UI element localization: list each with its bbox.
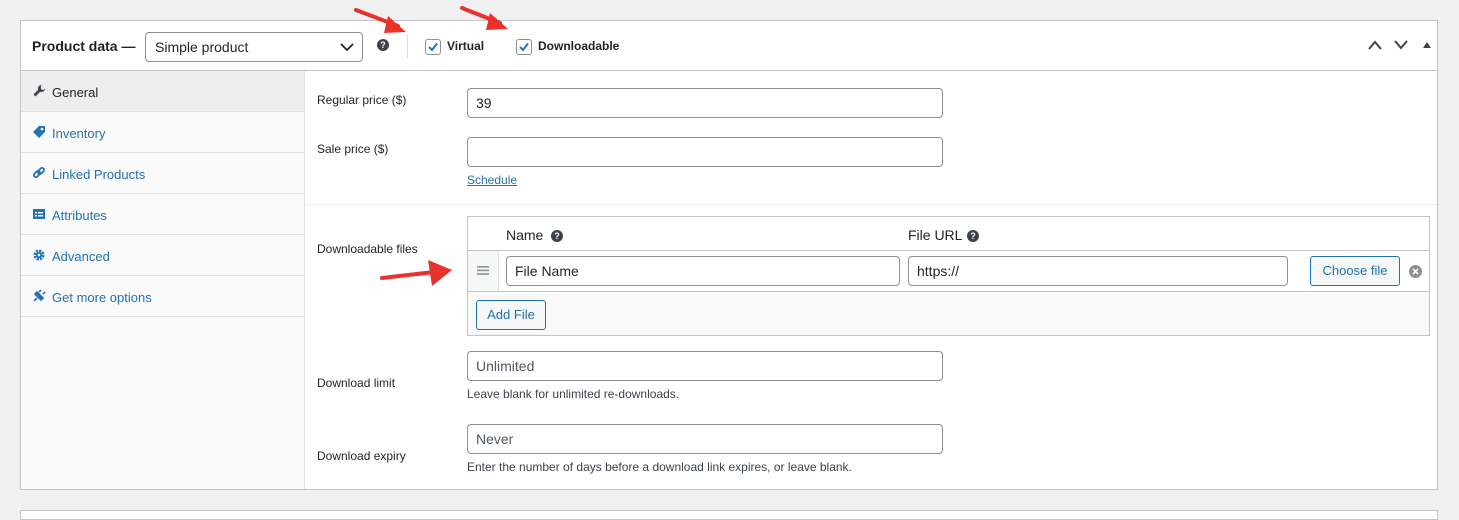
- annotation-arrow-icon: [460, 6, 508, 30]
- drag-handle-icon: [477, 266, 489, 275]
- download-expiry-hint: Enter the number of days before a downlo…: [467, 460, 852, 474]
- file-name-value: File Name: [515, 263, 579, 279]
- tab-linked-products[interactable]: Linked Products: [21, 153, 304, 194]
- chevron-up-icon[interactable]: [1367, 39, 1383, 51]
- tab-inventory[interactable]: Inventory: [21, 112, 304, 153]
- checkmark-icon: [519, 42, 529, 52]
- tab-general[interactable]: General: [21, 71, 304, 112]
- help-icon[interactable]: ?: [377, 39, 389, 51]
- panel-title: Product data —: [32, 38, 136, 54]
- plugin-icon: [33, 289, 46, 302]
- chevron-down-icon: [340, 43, 354, 52]
- download-limit-hint: Leave blank for unlimited re-downloads.: [467, 387, 680, 401]
- file-url-column-header: File URL: [908, 227, 963, 243]
- next-panel-edge: [20, 510, 1438, 520]
- product-type-select[interactable]: Simple product: [145, 32, 363, 62]
- annotation-arrow-icon: [380, 260, 452, 286]
- table-icon: [33, 209, 45, 219]
- download-expiry-input[interactable]: Never: [467, 424, 943, 454]
- general-panel: Regular price ($) 39 Sale price ($) Sche…: [305, 71, 1437, 489]
- schedule-link[interactable]: Schedule: [467, 173, 517, 187]
- choose-file-button[interactable]: Choose file: [1310, 256, 1400, 286]
- section-divider: [305, 204, 1437, 205]
- downloadable-files-label: Downloadable files: [317, 242, 418, 256]
- link-icon: [33, 167, 45, 178]
- file-url-input[interactable]: https://: [908, 256, 1288, 286]
- product-data-panel: Product data — Simple product ? Virtual …: [20, 20, 1438, 490]
- collapse-toggle-icon[interactable]: [1422, 41, 1432, 49]
- tab-advanced[interactable]: Advanced: [21, 235, 304, 276]
- tag-icon: [33, 126, 45, 138]
- download-limit-placeholder: Unlimited: [476, 358, 535, 374]
- tab-label: General: [52, 85, 99, 100]
- download-expiry-placeholder: Never: [476, 431, 514, 447]
- tab-label: Get more options: [52, 290, 152, 305]
- regular-price-input[interactable]: 39: [467, 88, 943, 118]
- add-file-button[interactable]: Add File: [476, 300, 546, 330]
- help-icon[interactable]: ?: [551, 230, 563, 242]
- download-expiry-label: Download expiry: [317, 449, 406, 463]
- tab-label: Inventory: [52, 126, 106, 141]
- tab-label: Advanced: [52, 249, 110, 264]
- help-icon[interactable]: ?: [967, 230, 979, 242]
- tab-label: Attributes: [52, 208, 107, 223]
- virtual-checkbox[interactable]: [425, 39, 441, 55]
- file-url-value: https://: [917, 263, 960, 279]
- files-table-header: Name ? File URL ?: [468, 217, 1429, 251]
- sale-price-label: Sale price ($): [317, 142, 389, 156]
- downloadable-files-table: Name ? File URL ? File Name https:// Cho…: [467, 216, 1430, 336]
- gear-icon: [33, 249, 45, 261]
- downloadable-label[interactable]: Downloadable: [538, 39, 619, 53]
- remove-file-icon[interactable]: [1409, 265, 1422, 278]
- chevron-down-icon[interactable]: [1393, 39, 1409, 51]
- file-name-input[interactable]: File Name: [506, 256, 900, 286]
- regular-price-value: 39: [476, 95, 492, 111]
- checkmark-icon: [428, 42, 438, 52]
- table-row: File Name https:// Choose file: [468, 251, 1429, 292]
- download-limit-input[interactable]: Unlimited: [467, 351, 943, 381]
- tab-attributes[interactable]: Attributes: [21, 194, 304, 235]
- regular-price-label: Regular price ($): [317, 93, 407, 107]
- downloadable-checkbox[interactable]: [516, 39, 532, 55]
- tab-get-more-options[interactable]: Get more options: [21, 276, 304, 317]
- download-limit-label: Download limit: [317, 376, 396, 390]
- sort-handle[interactable]: [468, 251, 499, 291]
- panel-header: Product data — Simple product ? Virtual …: [21, 21, 1437, 71]
- product-data-tabs: General Inventory Linked Products Attrib…: [21, 71, 305, 489]
- wrench-icon: [33, 84, 46, 97]
- annotation-arrow-icon: [354, 8, 406, 33]
- sale-price-input[interactable]: [467, 137, 943, 167]
- tab-label: Linked Products: [52, 167, 146, 182]
- name-column-header: Name: [506, 227, 544, 243]
- product-type-value: Simple product: [155, 39, 249, 55]
- virtual-label[interactable]: Virtual: [447, 39, 484, 53]
